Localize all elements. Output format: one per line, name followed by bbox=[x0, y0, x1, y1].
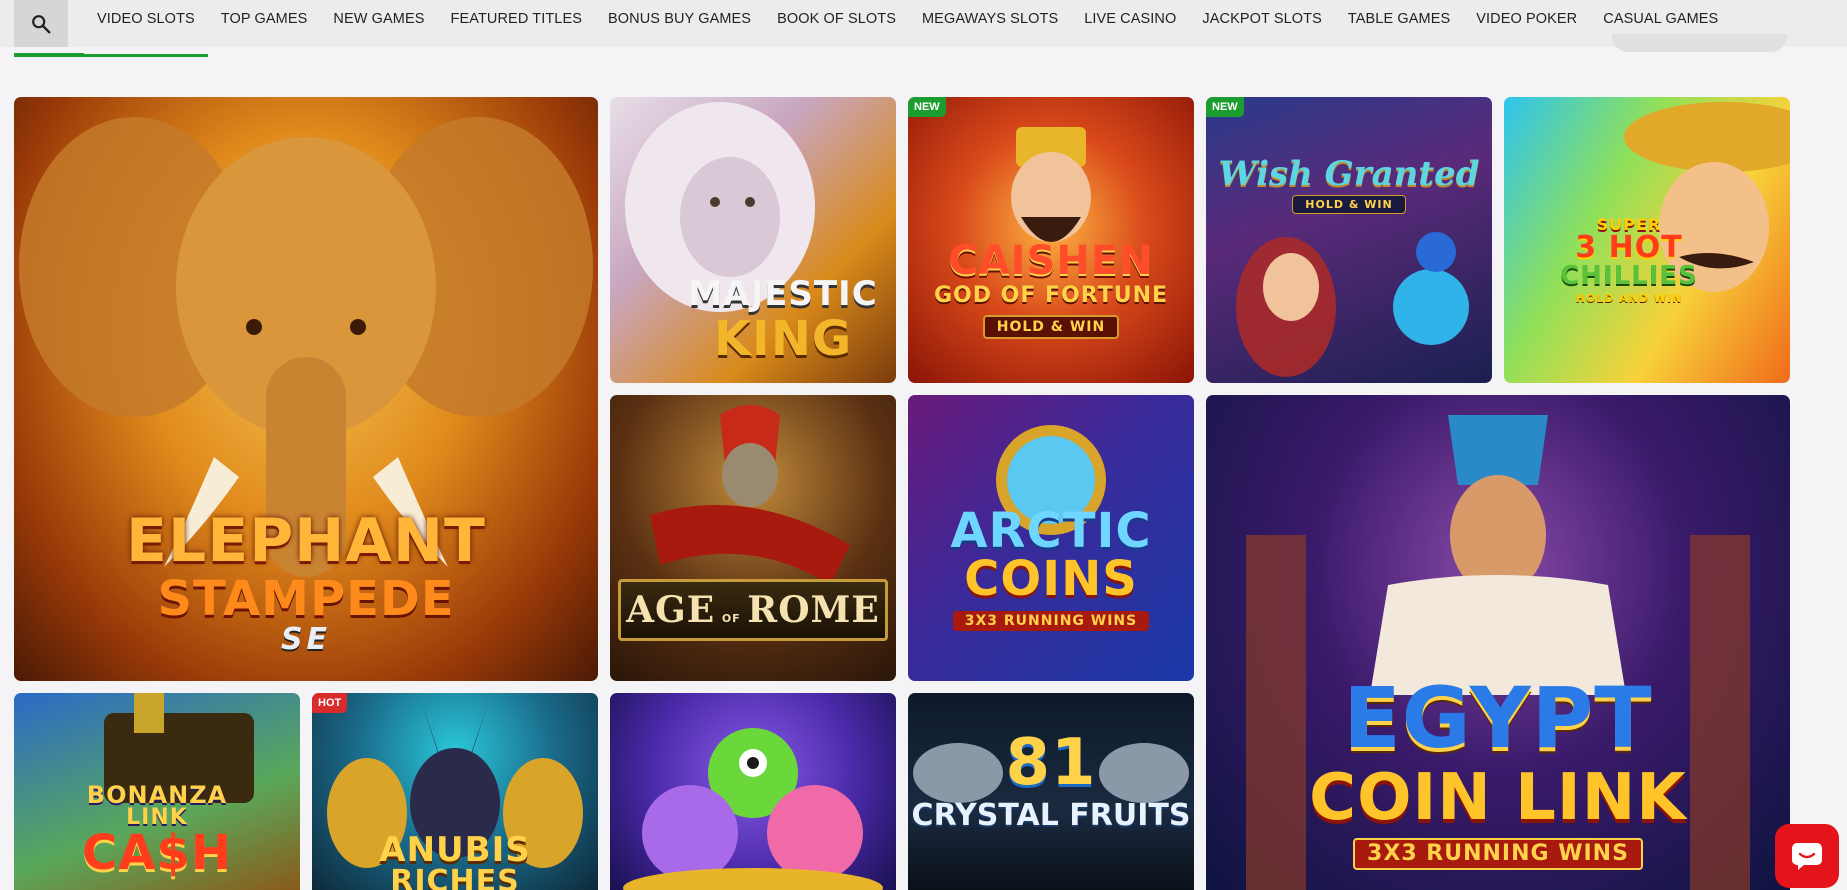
game-tile-elephant-stampede[interactable]: ELEPHANT STAMPEDE SE bbox=[14, 97, 598, 681]
monsters-illustration bbox=[623, 728, 883, 890]
game-tile-caishen[interactable]: NEW CAISHEN GOD OF FORTUNE HOLD & WIN bbox=[908, 97, 1194, 383]
game-title-line-1: AGE bbox=[626, 589, 716, 631]
tab-table-games[interactable]: TABLE GAMES bbox=[1335, 0, 1463, 47]
category-tabs: VIDEO SLOTS TOP GAMES NEW GAMES FEATURED… bbox=[84, 0, 1731, 57]
game-title-connector: OF bbox=[721, 612, 741, 625]
game-subtitle: 3X3 RUNNING WINS bbox=[1353, 838, 1643, 870]
search-icon bbox=[32, 14, 51, 33]
game-title-line-1: CAISHEN bbox=[948, 238, 1154, 284]
game-title-line-2: 3 HOT bbox=[1575, 230, 1683, 265]
game-title-line-2: RICHES bbox=[390, 864, 520, 890]
game-title-line-2: CRYSTAL FRUITS bbox=[911, 798, 1191, 833]
search-underline bbox=[14, 53, 84, 57]
tab-live-casino[interactable]: LIVE CASINO bbox=[1071, 0, 1189, 47]
tab-book-of-slots[interactable]: BOOK OF SLOTS bbox=[764, 0, 909, 47]
game-title-line-2: ROME bbox=[747, 589, 880, 631]
tab-top-games[interactable]: TOP GAMES bbox=[208, 0, 321, 47]
game-title-line-1: MAJESTIC bbox=[688, 274, 878, 314]
game-tile-egypt-coin-link[interactable]: EGYPT COIN LINK 3X3 RUNNING WINS bbox=[1206, 395, 1790, 890]
game-title-line-1: 81 bbox=[1005, 726, 1097, 800]
game-title-line-1: BONANZA bbox=[86, 781, 228, 809]
tab-video-slots[interactable]: VIDEO SLOTS bbox=[84, 0, 208, 57]
game-tile-wish-granted[interactable]: NEW Wish Granted HOLD & WIN bbox=[1206, 97, 1492, 383]
game-subtitle: 3X3 RUNNING WINS bbox=[952, 611, 1150, 631]
game-subtitle: HOLD & WIN bbox=[1292, 195, 1406, 214]
game-tile-anubis-riches[interactable]: HOT ANUBIS RICHES bbox=[312, 693, 598, 890]
game-tile-bonanza-link-cash[interactable]: BONANZA LINK CA$H bbox=[14, 693, 300, 890]
game-tile-majestic-king[interactable]: MAJESTIC KING bbox=[610, 97, 896, 383]
game-tile-81-crystal-fruits[interactable]: 81 CRYSTAL FRUITS bbox=[908, 693, 1194, 890]
game-tile-monster-coins[interactable] bbox=[610, 693, 896, 890]
tab-featured-titles[interactable]: FEATURED TITLES bbox=[438, 0, 595, 47]
game-subtitle: HOLD AND WIN bbox=[1575, 292, 1683, 305]
game-title-line-2: COINS bbox=[964, 551, 1138, 607]
game-title-line-1: ANUBIS bbox=[379, 830, 531, 870]
live-chat-button[interactable] bbox=[1775, 824, 1839, 888]
game-subtitle: SE bbox=[280, 622, 332, 657]
game-title-line-3: CHILLIES bbox=[1560, 261, 1698, 291]
chat-icon bbox=[1792, 843, 1822, 870]
game-tile-super-3-hot-chillies[interactable]: SUPER 3 HOT CHILLIES HOLD AND WIN bbox=[1504, 97, 1790, 383]
genie-illustration bbox=[1236, 232, 1469, 377]
tab-megaways-slots[interactable]: MEGAWAYS SLOTS bbox=[909, 0, 1071, 47]
game-title-line-1: ARCTIC bbox=[950, 503, 1152, 559]
game-title-line-2: KING bbox=[713, 311, 853, 367]
game-title-line-2: COIN LINK bbox=[1309, 761, 1687, 835]
game-title-line-2: STAMPEDE bbox=[157, 571, 455, 627]
game-title-line-1: ELEPHANT bbox=[126, 506, 486, 576]
tab-new-games[interactable]: NEW GAMES bbox=[320, 0, 437, 47]
game-title-line-3: CA$H bbox=[82, 825, 232, 881]
game-subtitle: HOLD & WIN bbox=[982, 315, 1120, 339]
game-title-line-1: Wish Granted bbox=[1218, 154, 1480, 194]
tab-casual-games[interactable]: CASUAL GAMES bbox=[1590, 0, 1731, 47]
tab-video-poker[interactable]: VIDEO POKER bbox=[1463, 0, 1590, 47]
game-tile-age-of-rome[interactable]: AGE OF ROME bbox=[610, 395, 896, 681]
game-title-line-1: EGYPT bbox=[1343, 669, 1653, 767]
search-button[interactable] bbox=[14, 0, 68, 47]
tab-jackpot-slots[interactable]: JACKPOT SLOTS bbox=[1189, 0, 1334, 47]
tab-bonus-buy-games[interactable]: BONUS BUY GAMES bbox=[595, 0, 764, 47]
game-title-line-2: GOD OF FORTUNE bbox=[933, 283, 1169, 308]
game-tile-arctic-coins[interactable]: ARCTIC COINS 3X3 RUNNING WINS bbox=[908, 395, 1194, 681]
